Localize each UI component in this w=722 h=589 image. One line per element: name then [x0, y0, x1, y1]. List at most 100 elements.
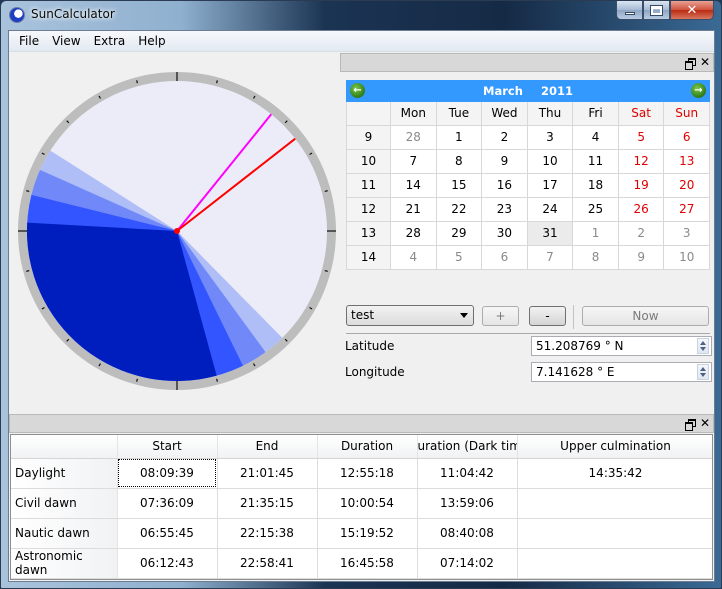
row-label-cell[interactable]: Astronomic dawn [11, 548, 118, 579]
calendar-day[interactable]: 25 [573, 198, 619, 222]
calendar-day[interactable]: 8 [436, 150, 483, 174]
spin-down-icon[interactable] [700, 347, 706, 351]
calendar-day[interactable]: 7 [391, 150, 437, 174]
close-button[interactable]: ✕ [670, 1, 714, 20]
calendar-day[interactable]: 7 [527, 246, 574, 270]
dock-close-icon[interactable]: ✕ [700, 55, 710, 70]
latitude-spin-buttons[interactable] [697, 338, 709, 354]
upper-culmination-cell[interactable] [517, 548, 712, 579]
dock-close-icon[interactable]: ✕ [700, 416, 710, 431]
calendar-day[interactable]: 3 [664, 222, 710, 246]
calendar-day[interactable]: 16 [482, 174, 528, 198]
calendar-day[interactable]: 20 [664, 174, 710, 198]
calendar-day[interactable]: 5 [618, 126, 665, 150]
next-month-button[interactable]: → [691, 83, 706, 98]
longitude-spinbox[interactable]: 7.141628 ° E [531, 362, 712, 382]
column-header-start[interactable]: Start [117, 435, 218, 459]
calendar-day[interactable]: 24 [527, 198, 574, 222]
calendar-day[interactable]: 28 [391, 126, 437, 150]
column-header-culmination[interactable]: Upper culmination [517, 435, 712, 459]
longitude-spin-buttons[interactable] [697, 364, 709, 380]
calendar-day[interactable]: 29 [436, 222, 483, 246]
menu-file[interactable]: File [13, 31, 46, 51]
calendar-day[interactable]: 4 [573, 126, 619, 150]
calendar-day[interactable]: 22 [436, 198, 483, 222]
calendar-day[interactable]: 30 [482, 222, 528, 246]
minimize-button[interactable] [616, 1, 643, 20]
row-label-cell[interactable]: Nautic dawn [11, 518, 118, 549]
remove-location-button[interactable]: - [529, 306, 566, 326]
calendar-day[interactable]: 14 [391, 174, 437, 198]
calendar-day[interactable]: 26 [618, 198, 665, 222]
dark-duration-cell[interactable]: 13:59:06 [417, 488, 518, 519]
start-time-cell[interactable]: 06:12:43 [117, 548, 218, 579]
dark-duration-cell[interactable]: 08:40:08 [417, 518, 518, 549]
end-time-cell[interactable]: 22:58:41 [217, 548, 318, 579]
calendar-year[interactable]: 2011 [541, 84, 573, 98]
calendar-day[interactable]: 10 [664, 246, 710, 270]
maximize-button[interactable] [643, 1, 670, 20]
spin-up-icon[interactable] [700, 341, 706, 345]
calendar-day[interactable]: 19 [618, 174, 665, 198]
column-header-dark-duration[interactable]: uration (Dark time [417, 435, 518, 459]
start-time-cell[interactable]: 06:55:45 [117, 518, 218, 549]
calendar-day[interactable]: 4 [391, 246, 437, 270]
dock-float-icon[interactable] [684, 419, 696, 431]
calendar-dock-header[interactable]: ✕ [340, 53, 714, 72]
calendar-day[interactable]: 5 [436, 246, 483, 270]
end-time-cell[interactable]: 21:01:45 [217, 458, 318, 489]
calendar-day[interactable]: 2 [482, 126, 528, 150]
dock-float-icon[interactable] [684, 58, 696, 70]
calendar-day[interactable]: 23 [482, 198, 528, 222]
end-time-cell[interactable]: 21:35:15 [217, 488, 318, 519]
menu-extra[interactable]: Extra [88, 31, 133, 51]
calendar-day[interactable]: 18 [573, 174, 619, 198]
latitude-spinbox[interactable]: 51.208769 ° N [531, 336, 712, 356]
calendar-day[interactable]: 8 [573, 246, 619, 270]
prev-month-button[interactable]: ← [350, 83, 365, 98]
calendar-day[interactable]: 12 [618, 150, 665, 174]
calendar-day[interactable]: 10 [527, 150, 574, 174]
duration-cell[interactable]: 12:55:18 [317, 458, 418, 489]
menu-help[interactable]: Help [132, 31, 172, 51]
start-time-cell[interactable]: 07:36:09 [117, 488, 218, 519]
calendar-day[interactable]: 28 [391, 222, 437, 246]
calendar-day[interactable]: 2 [618, 222, 665, 246]
calendar-day[interactable]: 27 [664, 198, 710, 222]
menu-view[interactable]: View [46, 31, 87, 51]
calendar-day[interactable]: 15 [436, 174, 483, 198]
start-time-cell[interactable]: 08:09:39 [117, 458, 218, 489]
calendar-day[interactable]: 6 [664, 126, 710, 150]
calendar-day[interactable]: 1 [436, 126, 483, 150]
calendar-day[interactable]: 17 [527, 174, 574, 198]
calendar-day[interactable]: 9 [482, 150, 528, 174]
dark-duration-cell[interactable]: 11:04:42 [417, 458, 518, 489]
upper-culmination-cell[interactable] [517, 518, 712, 549]
calendar-month[interactable]: March [483, 84, 523, 98]
upper-culmination-cell[interactable]: 14:35:42 [517, 458, 712, 489]
calendar-day[interactable]: 9 [618, 246, 665, 270]
spin-down-icon[interactable] [700, 373, 706, 377]
add-location-button[interactable]: + [482, 306, 519, 326]
location-preset-select[interactable]: test [346, 305, 474, 326]
column-header-end[interactable]: End [217, 435, 318, 459]
duration-cell[interactable]: 16:45:58 [317, 548, 418, 579]
calendar-day[interactable]: 1 [573, 222, 619, 246]
end-time-cell[interactable]: 22:15:38 [217, 518, 318, 549]
calendar-day[interactable]: 11 [573, 150, 619, 174]
dark-duration-cell[interactable]: 07:14:02 [417, 548, 518, 579]
row-label-cell[interactable]: Daylight [11, 458, 118, 489]
calendar-day[interactable]: 6 [482, 246, 528, 270]
duration-cell[interactable]: 10:00:54 [317, 488, 418, 519]
table-dock-header[interactable]: ✕ [9, 414, 714, 433]
upper-culmination-cell[interactable] [517, 488, 712, 519]
calendar-day[interactable]: 13 [664, 150, 710, 174]
row-label-cell[interactable]: Civil dawn [11, 488, 118, 519]
calendar-day[interactable]: 3 [527, 126, 574, 150]
title-bar[interactable]: SunCalculator ✕ [1, 1, 721, 29]
calendar-day[interactable]: 21 [391, 198, 437, 222]
column-header-duration[interactable]: Duration [317, 435, 418, 459]
calendar-day[interactable]: 31 [527, 222, 574, 246]
spin-up-icon[interactable] [700, 367, 706, 371]
now-button[interactable]: Now [582, 306, 709, 326]
